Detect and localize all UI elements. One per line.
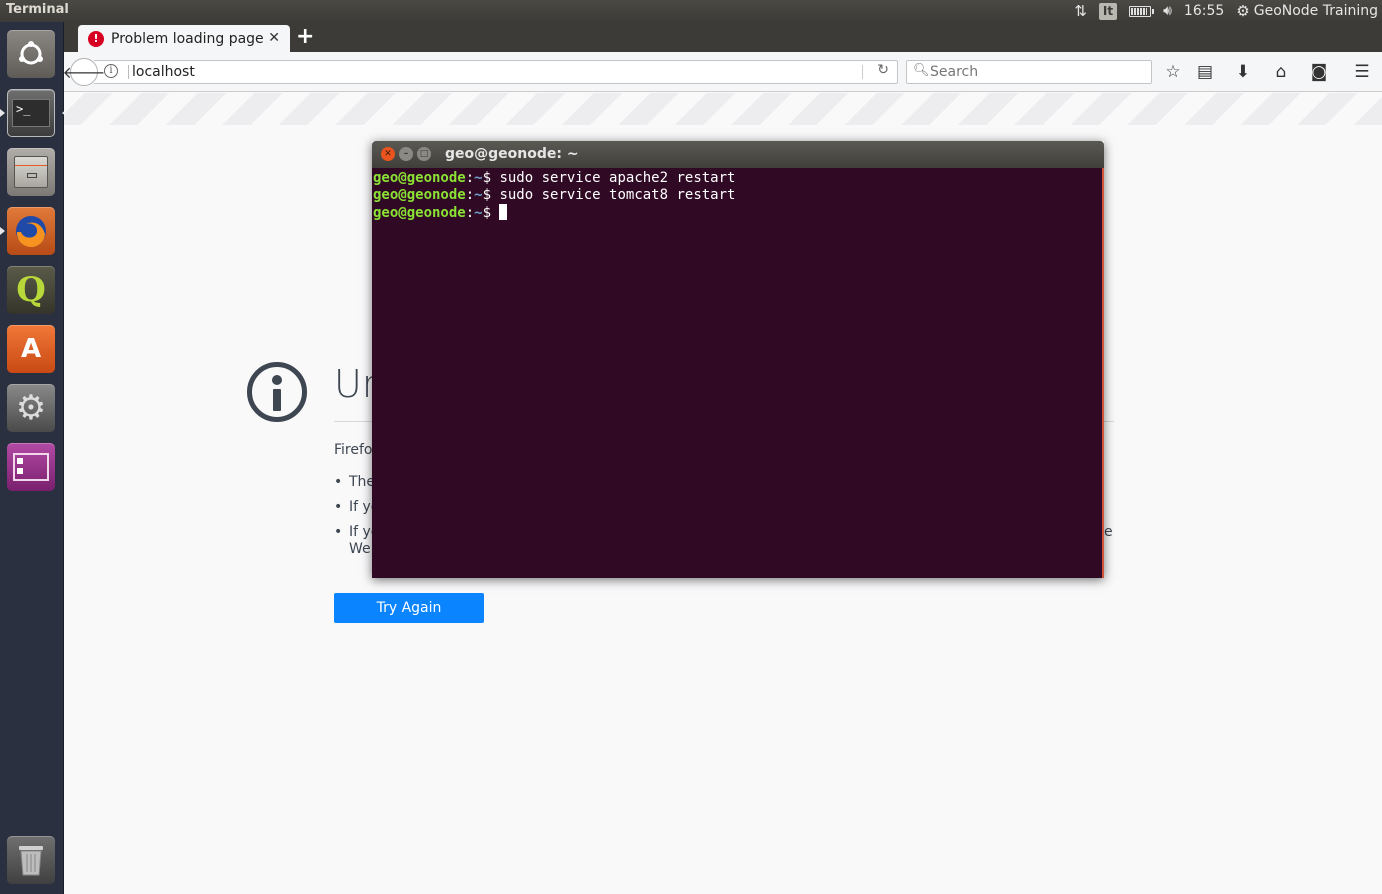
- launcher-system-settings[interactable]: ⚙: [5, 382, 57, 434]
- session-gear-icon[interactable]: ⚙: [1236, 2, 1249, 20]
- launcher-software-center[interactable]: A: [5, 323, 57, 375]
- terminal-line: geo@geonode:~$: [373, 204, 1102, 222]
- info-icon[interactable]: i: [104, 64, 118, 78]
- qgis-icon: Q: [7, 266, 55, 314]
- launcher-trash[interactable]: [5, 834, 57, 886]
- maximize-window-icon[interactable]: □: [417, 147, 431, 161]
- new-tab-button[interactable]: +: [296, 25, 314, 49]
- terminal-title: geo@geonode: ~: [445, 146, 579, 162]
- minimize-window-icon[interactable]: –: [399, 147, 413, 161]
- workspace-icon: [7, 443, 55, 491]
- terminal-output[interactable]: geo@geonode:~$ sudo service apache2 rest…: [372, 168, 1104, 578]
- top-panel: Terminal ⇅ It 🔊︎ 16:55 ⚙ GeoNode Trainin…: [0, 0, 1382, 22]
- bookmarks-library-icon[interactable]: ▤: [1194, 61, 1216, 83]
- indicator-area: ⇅ It 🔊︎ 16:55 ⚙ GeoNode Training: [1074, 0, 1378, 22]
- home-icon[interactable]: ⌂: [1270, 61, 1292, 83]
- pocket-icon[interactable]: ◙: [1308, 61, 1330, 83]
- tab-title: Problem loading page: [111, 30, 264, 47]
- ubuntu-logo-icon: [7, 30, 55, 78]
- navigation-toolbar: i localhost ↻ 🡐 🔍︎ Search ☆ ▤ ⬇ ⌂ ◙ ☰: [63, 52, 1382, 92]
- error-page-stripes: [64, 93, 1382, 125]
- trash-icon: [7, 836, 55, 884]
- clock[interactable]: 16:55: [1184, 3, 1224, 19]
- terminal-icon: >_: [7, 89, 55, 137]
- launcher-files[interactable]: [5, 146, 57, 198]
- shopping-bag-icon: A: [7, 325, 55, 373]
- info-circle-icon: [247, 362, 307, 422]
- terminal-titlebar[interactable]: ✕ – □ geo@geonode: ~: [372, 141, 1104, 168]
- text-cursor: [499, 204, 508, 220]
- network-icon[interactable]: ⇅: [1074, 2, 1087, 20]
- downloads-icon[interactable]: ⬇: [1232, 61, 1254, 83]
- launcher: >_ Q A ⚙: [0, 22, 67, 894]
- back-button[interactable]: 🡐: [63, 58, 105, 86]
- launcher-workspace-switcher[interactable]: [5, 441, 57, 493]
- launcher-dash-button[interactable]: [5, 28, 57, 80]
- tab-bar: ! Problem loading page ✕ +: [64, 22, 1382, 52]
- bookmark-star-icon[interactable]: ☆: [1162, 61, 1184, 83]
- tab-close-icon[interactable]: ✕: [268, 30, 280, 46]
- file-cabinet-icon: [7, 148, 55, 196]
- settings-wrench-icon: ⚙: [7, 384, 55, 432]
- reload-icon[interactable]: ↻: [877, 62, 889, 78]
- try-again-button[interactable]: Try Again: [334, 593, 484, 623]
- running-indicator: [0, 227, 5, 235]
- menu-hamburger-icon[interactable]: ☰: [1351, 61, 1373, 83]
- launcher-qgis[interactable]: Q: [5, 264, 57, 316]
- url-separator: [128, 65, 129, 79]
- reload-separator: [862, 65, 863, 79]
- launcher-terminal[interactable]: >_: [0, 87, 67, 139]
- search-input[interactable]: Search: [930, 64, 978, 80]
- close-window-icon[interactable]: ✕: [381, 147, 395, 161]
- battery-icon[interactable]: [1129, 5, 1155, 17]
- active-app-title: Terminal: [6, 2, 69, 17]
- terminal-line: geo@geonode:~$ sudo service apache2 rest…: [373, 170, 736, 186]
- search-icon: 🔍︎: [913, 63, 930, 78]
- error-icon: !: [88, 30, 104, 47]
- error-intro: Firefo: [334, 442, 373, 458]
- tab-problem-loading[interactable]: ! Problem loading page ✕: [78, 25, 290, 52]
- url-bar[interactable]: i localhost ↻: [94, 60, 898, 84]
- back-arrow-icon: 🡐: [62, 63, 106, 82]
- firefox-icon: [7, 207, 55, 255]
- url-input[interactable]: localhost: [132, 64, 195, 80]
- keyboard-layout-indicator[interactable]: It: [1098, 2, 1118, 20]
- terminal-line: geo@geonode:~$ sudo service tomcat8 rest…: [373, 187, 736, 203]
- terminal-window: ✕ – □ geo@geonode: ~ geo@geonode:~$ sudo…: [372, 141, 1104, 578]
- running-indicator: [0, 109, 5, 117]
- launcher-firefox[interactable]: [0, 205, 57, 257]
- user-name[interactable]: GeoNode Training: [1254, 3, 1378, 19]
- search-bar[interactable]: 🔍︎ Search: [906, 60, 1152, 84]
- volume-icon[interactable]: 🔊︎: [1163, 3, 1172, 19]
